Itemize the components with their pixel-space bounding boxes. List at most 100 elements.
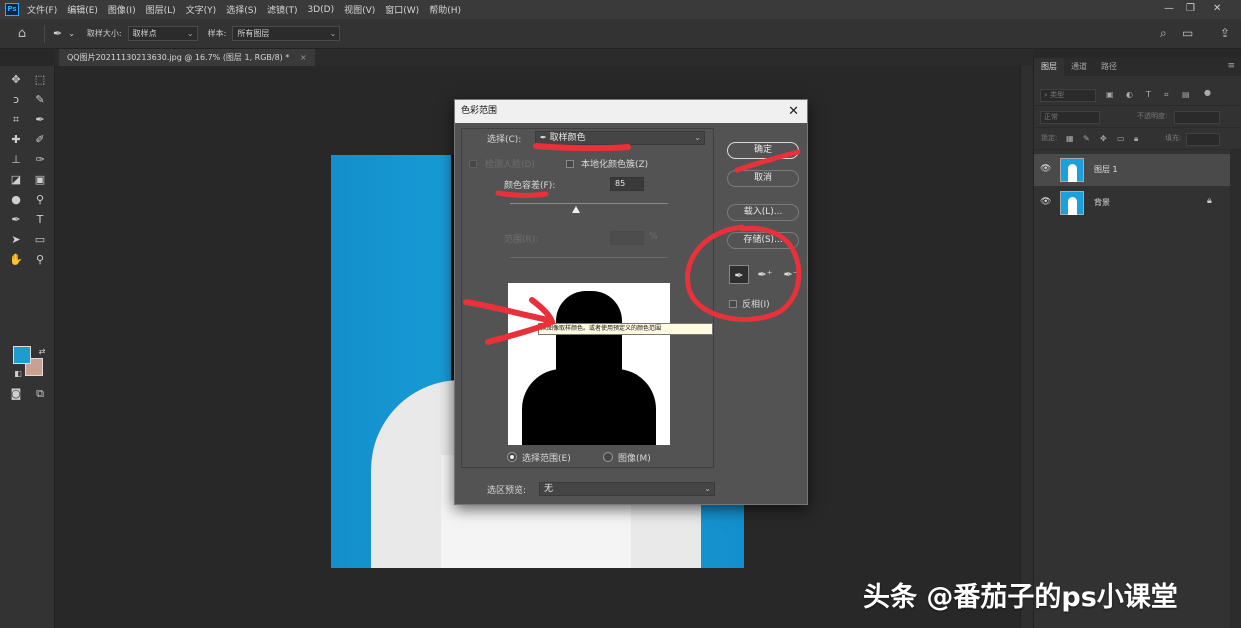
lock-position-icon[interactable]: ✥: [1100, 134, 1107, 143]
save-button[interactable]: 存储(S)...: [727, 232, 799, 249]
search-icon[interactable]: ⌕: [1160, 26, 1167, 41]
close-window-icon[interactable]: ✕: [1213, 3, 1221, 14]
marquee-tool-icon[interactable]: ⬚: [31, 72, 49, 88]
sample-value: 所有图层: [237, 29, 270, 38]
menu-edit[interactable]: 编辑(E): [67, 3, 98, 16]
cancel-button[interactable]: 取消: [727, 170, 799, 187]
panel-menu-icon[interactable]: ≡: [1227, 61, 1235, 71]
fuzziness-label: 颜色容差(F):: [504, 181, 556, 191]
tab-layers[interactable]: 图层: [1034, 58, 1064, 76]
eyedropper-tool-icon[interactable]: ✒: [31, 112, 49, 128]
pen-tool-icon[interactable]: ✒: [7, 212, 25, 228]
rectangle-tool-icon[interactable]: ▭: [31, 232, 49, 248]
menu-image[interactable]: 图像(I): [108, 3, 136, 16]
fill-input[interactable]: [1186, 133, 1220, 146]
ok-button[interactable]: 确定: [727, 142, 799, 159]
stamp-tool-icon[interactable]: ⊥: [7, 152, 25, 168]
eyedropper-tooltip: 从图像取样颜色。或者使用预定义的颜色范围: [538, 323, 713, 335]
fuzziness-slider-track[interactable]: [510, 203, 668, 204]
filter-type-icon[interactable]: T: [1146, 90, 1151, 99]
chevron-down-icon: ⌄: [329, 29, 337, 38]
image-radio[interactable]: [603, 452, 613, 462]
eyedropper-tool-icon[interactable]: ✒: [53, 27, 62, 40]
sample-select[interactable]: 所有图层 ⌄: [232, 26, 341, 41]
layer-filter-select[interactable]: ⌕ 类型: [1040, 89, 1096, 102]
minimize-icon[interactable]: —: [1164, 3, 1174, 14]
filter-smart-icon[interactable]: ▤: [1182, 90, 1190, 99]
canvas-scrollbar[interactable]: [1020, 66, 1033, 628]
quick-select-tool-icon[interactable]: ✎: [31, 92, 49, 108]
restore-icon[interactable]: ❐: [1186, 3, 1195, 14]
menu-view[interactable]: 视图(V): [344, 3, 375, 16]
zoom-tool-icon[interactable]: ⚲: [31, 252, 49, 268]
eraser-tool-icon[interactable]: ◪: [7, 172, 25, 188]
dodge-tool-icon[interactable]: ⚲: [31, 192, 49, 208]
select-dropdown[interactable]: ✒ 取样颜色 ⌄: [535, 131, 705, 145]
filter-pixel-icon[interactable]: ▣: [1106, 90, 1114, 99]
layer-row-1[interactable]: 👁︎ 图层 1: [1034, 154, 1230, 186]
foreground-color-swatch[interactable]: [13, 346, 31, 364]
selection-preview-select[interactable]: 无 ⌄: [539, 482, 715, 496]
menu-window[interactable]: 窗口(W): [385, 3, 419, 16]
home-icon[interactable]: ⌂: [8, 26, 36, 41]
history-brush-icon[interactable]: ✑: [31, 152, 49, 168]
workspace-icon[interactable]: ▭: [1182, 26, 1193, 40]
document-tab[interactable]: QQ图片20211130213630.jpg @ 16.7% (图层 1, RG…: [59, 49, 315, 66]
filter-adjustment-icon[interactable]: ◐: [1126, 90, 1133, 99]
visibility-eye-icon[interactable]: 👁︎: [1040, 164, 1051, 174]
gradient-tool-icon[interactable]: ▣: [31, 172, 49, 188]
lock-transparent-icon[interactable]: ▦: [1066, 134, 1074, 143]
type-tool-icon[interactable]: T: [31, 212, 49, 228]
detect-faces-checkbox[interactable]: [469, 160, 477, 168]
localized-clusters-checkbox[interactable]: [566, 160, 574, 168]
load-button[interactable]: 载入(L)...: [727, 204, 799, 221]
hand-tool-icon[interactable]: ✋: [7, 252, 25, 268]
layer-row-background[interactable]: 👁︎ 背景 🔒︎: [1034, 187, 1230, 219]
path-select-icon[interactable]: ➤: [7, 232, 25, 248]
fuzziness-slider-thumb[interactable]: [572, 206, 581, 213]
lock-artboard-icon[interactable]: ▭: [1117, 134, 1125, 143]
menu-layer[interactable]: 图层(L): [146, 3, 176, 16]
filter-shape-icon[interactable]: ⌗: [1164, 90, 1169, 100]
tab-channels[interactable]: 通道: [1064, 58, 1094, 76]
tab-paths[interactable]: 路径: [1094, 58, 1124, 76]
selection-radio[interactable]: [507, 452, 517, 462]
menu-select[interactable]: 选择(S): [226, 3, 257, 16]
fuzziness-input[interactable]: 85: [610, 177, 644, 191]
silhouette-head: [556, 291, 622, 391]
eyedropper-plus-icon[interactable]: ✒⁺: [755, 265, 775, 284]
eyedropper-minus-icon[interactable]: ✒⁻: [781, 265, 801, 284]
selection-preview[interactable]: [508, 283, 670, 445]
visibility-eye-icon[interactable]: 👁︎: [1040, 197, 1051, 207]
menu-type[interactable]: 文字(Y): [186, 3, 217, 16]
lock-image-icon[interactable]: ✎: [1083, 134, 1090, 143]
lock-all-icon[interactable]: 🔒︎: [1134, 134, 1138, 144]
invert-checkbox[interactable]: [729, 300, 737, 308]
range-input: [610, 231, 644, 245]
menu-filter[interactable]: 滤镜(T): [267, 3, 298, 16]
lasso-tool-icon[interactable]: ↄ: [7, 92, 25, 108]
default-colors-icon[interactable]: ◧: [9, 366, 27, 382]
swap-colors-icon[interactable]: ⇄: [33, 344, 51, 360]
layer-name: 背景: [1094, 198, 1110, 207]
blend-mode-select[interactable]: 正常: [1040, 111, 1100, 124]
menu-3d[interactable]: 3D(D): [307, 5, 334, 15]
move-tool-icon[interactable]: ✥: [7, 72, 25, 88]
healing-brush-icon[interactable]: ✚: [7, 132, 25, 148]
close-icon[interactable]: ✕: [788, 100, 799, 123]
close-tab-icon[interactable]: ×: [300, 53, 307, 62]
chevron-down-icon[interactable]: ⌄: [68, 29, 75, 38]
filter-toggle-icon[interactable]: ●: [1204, 88, 1211, 97]
eyedropper-icon[interactable]: ✒: [729, 265, 749, 284]
screen-mode-icon[interactable]: ⧉: [31, 386, 49, 402]
panel-scrollbar[interactable]: [1230, 150, 1241, 628]
quick-mask-icon[interactable]: ◙: [7, 386, 25, 402]
brush-tool-icon[interactable]: ✐: [31, 132, 49, 148]
opacity-input[interactable]: [1174, 111, 1220, 124]
menu-file[interactable]: 文件(F): [27, 3, 57, 16]
share-icon[interactable]: ⇪: [1220, 26, 1230, 40]
blur-tool-icon[interactable]: ●: [7, 192, 25, 208]
menu-help[interactable]: 帮助(H): [429, 3, 461, 16]
sample-size-select[interactable]: 取样点 ⌄: [127, 26, 198, 41]
crop-tool-icon[interactable]: ⌗: [7, 112, 25, 128]
